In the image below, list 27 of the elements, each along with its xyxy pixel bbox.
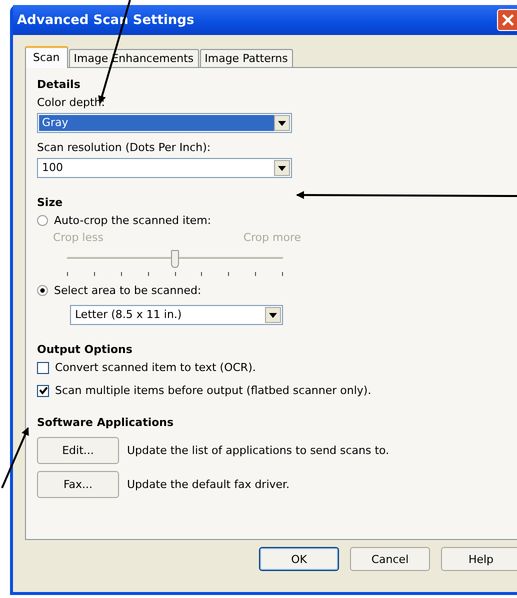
app-button[interactable]: Edit... (37, 437, 119, 464)
field-label: Color depth: (37, 96, 105, 109)
app-button[interactable]: Fax... (37, 471, 119, 498)
dialog-button[interactable]: Cancel (350, 547, 430, 571)
checkbox-label: Convert scanned item to text (OCR). (55, 361, 256, 374)
section-heading: Software Applications (37, 416, 174, 429)
dropdown-value: 100 (41, 160, 64, 176)
dropdown[interactable]: Letter (8.5 x 11 in.) (70, 305, 283, 325)
radio-label: Auto-crop the scanned item: (54, 214, 212, 227)
radio-label: Select area to be scanned: (54, 284, 202, 297)
dropdown[interactable]: Gray (37, 113, 292, 133)
dialog-button[interactable]: Help (441, 547, 517, 571)
tab[interactable]: Image Patterns (200, 49, 293, 67)
button-description: Update the default fax driver. (127, 478, 290, 491)
section-heading: Output Options (37, 343, 132, 356)
dropdown-value: Gray (39, 115, 274, 131)
dialog-button[interactable]: OK (259, 547, 339, 571)
section-heading: Size (37, 196, 63, 209)
field-label: Scan resolution (Dots Per Inch): (37, 141, 211, 154)
slider-label: Crop less (53, 231, 104, 244)
checkbox-label: Scan multiple items before output (flatbed scanner only). (55, 384, 372, 397)
slider-label: Crop more (243, 231, 301, 244)
button-description: Update the list of applications to send scans to. (127, 444, 390, 457)
dropdown-value: Letter (8.5 x 11 in.) (74, 307, 183, 323)
section-heading: Details (37, 78, 80, 91)
dropdown[interactable]: 100 (37, 158, 292, 178)
tab[interactable]: Scan (25, 46, 68, 68)
